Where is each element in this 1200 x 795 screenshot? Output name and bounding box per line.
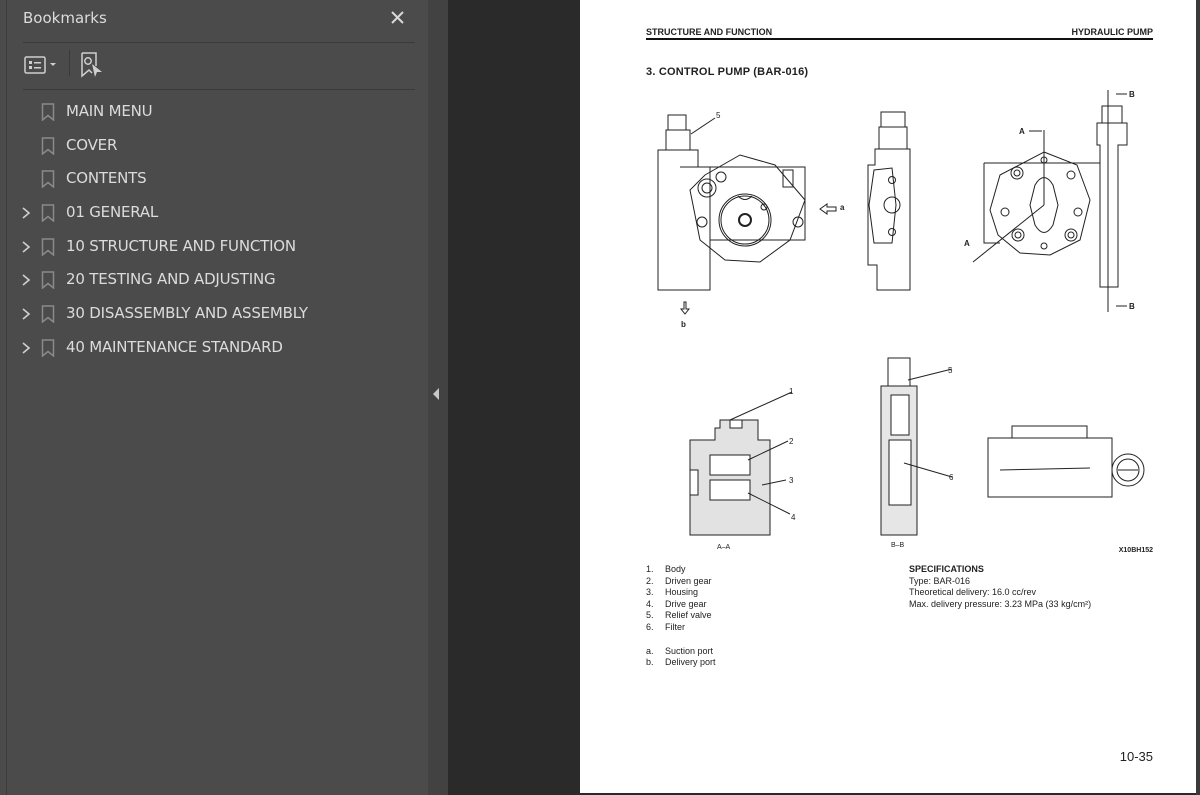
close-icon [391, 11, 404, 24]
bookmark-label: CONTENTS [66, 169, 147, 188]
pump-technical-drawing: 5 a b A A B B 1 2 3 4 5 6 A–A B–B [657, 90, 1145, 551]
spec-pressure: Max. delivery pressure: 3.23 MPa (33 kg/… [909, 598, 1092, 609]
bookmark-item-main-menu[interactable]: MAIN MENU [0, 95, 428, 129]
bookmark-label: 40 MAINTENANCE STANDARD [66, 337, 283, 356]
panel-title: Bookmarks [23, 9, 107, 27]
bookmark-icon [41, 271, 55, 290]
expand-chevron-icon[interactable] [20, 240, 32, 254]
part-item: 4. Drive gear [646, 598, 707, 609]
callout-a: a [840, 203, 845, 212]
callout-6: 6 [949, 473, 954, 482]
bookmark-icon [41, 103, 55, 121]
part-item: 6. Filter [646, 621, 685, 632]
toolbar-separator [69, 50, 70, 76]
bookmark-item-10-structure-and-function[interactable]: 10 STRUCTURE AND FUNCTION [0, 230, 428, 264]
rear-view [972, 90, 1128, 312]
bookmark-item-30-disassembly-and-assembly[interactable]: 30 DISASSEMBLY AND ASSEMBLY [0, 297, 428, 331]
specifications: SPECIFICATIONS Type: BAR-016 Theoretical… [909, 564, 1091, 610]
section-a-a-view [689, 391, 793, 536]
callout-B-bottom: B [1129, 302, 1135, 311]
bookmark-icon [41, 204, 55, 223]
port-item: b. Delivery port [646, 657, 716, 668]
bookmark-label: 20 TESTING AND ADJUSTING [66, 270, 276, 289]
callout-3: 3 [789, 476, 794, 485]
close-panel-button[interactable] [388, 8, 408, 28]
side-view [867, 111, 911, 291]
caret-down-icon [50, 63, 56, 66]
bookmark-label: MAIN MENU [66, 102, 153, 120]
front-view [657, 114, 837, 315]
bookmark-label: 10 STRUCTURE AND FUNCTION [66, 236, 296, 255]
bookmark-item-cover[interactable]: COVER [0, 129, 428, 163]
expand-chevron-icon[interactable] [20, 273, 32, 287]
page-shadow [1196, 0, 1200, 795]
bookmark-options-button[interactable] [24, 54, 60, 76]
part-item: 3. Housing [646, 587, 699, 598]
bookmark-icon [41, 305, 55, 324]
expand-chevron-icon[interactable] [20, 206, 32, 220]
bookmarks-panel: Bookmarks MAIN MENU COVER CONTENTS 01 GE… [0, 0, 428, 795]
callout-5b: 5 [948, 366, 953, 375]
caption-b-b: B–B [891, 542, 905, 549]
specifications-heading: SPECIFICATIONS [909, 564, 984, 574]
end-view [987, 425, 1145, 498]
page-number: 10-35 [1119, 749, 1153, 764]
callout-2: 2 [789, 437, 794, 446]
divider [23, 42, 415, 43]
callout-4: 4 [791, 513, 796, 522]
document-page: STRUCTURE AND FUNCTION HYDRAULIC PUMP 3.… [580, 0, 1200, 795]
expand-chevron-icon[interactable] [20, 307, 32, 321]
port-item: a. Suction port [646, 645, 714, 656]
bookmark-label: COVER [66, 135, 118, 154]
part-item: 1. Body [646, 564, 686, 574]
callout-A-bottom: A [964, 239, 970, 248]
expand-chevron-icon[interactable] [20, 341, 32, 355]
divider [23, 89, 415, 90]
callout-5: 5 [716, 111, 721, 120]
callout-B-top: B [1129, 90, 1135, 99]
caption-a-a: A–A [717, 544, 731, 551]
spec-delivery: Theoretical delivery: 16.0 cc/rev [909, 587, 1037, 598]
callout-A-top: A [1019, 127, 1025, 136]
bookmark-label: 30 DISASSEMBLY AND ASSEMBLY [66, 304, 308, 323]
bookmark-item-20-testing-and-adjusting[interactable]: 20 TESTING AND ADJUSTING [0, 263, 428, 297]
bookmark-icon [41, 339, 55, 357]
bookmark-icon [41, 136, 55, 155]
collapse-panel-arrow-icon[interactable] [433, 388, 439, 400]
parts-list: 1. Body 2. Driven gear 3. Housing 4. Drive g… [646, 564, 716, 669]
spec-type: Type: BAR-016 [909, 575, 971, 586]
section-b-b-view [880, 357, 953, 536]
part-item: 2. Driven gear [646, 575, 712, 586]
panel-splitter[interactable] [428, 0, 448, 795]
callout-1: 1 [789, 387, 794, 396]
callout-b: b [681, 320, 686, 329]
bookmark-list: MAIN MENU COVER CONTENTS 01 GENERAL 10 S… [0, 95, 428, 365]
find-current-bookmark-button[interactable] [80, 52, 104, 78]
list-options-icon [24, 56, 56, 74]
bookmark-item-40-maintenance-standard[interactable]: 40 MAINTENANCE STANDARD [0, 331, 428, 365]
bookmark-item-01-general[interactable]: 01 GENERAL [0, 196, 428, 230]
part-item: 5. Relief valve [646, 610, 712, 621]
find-current-bookmark-icon [81, 52, 102, 78]
bookmark-item-contents[interactable]: CONTENTS [0, 162, 428, 196]
figure-id: X10BH152 [1118, 547, 1153, 554]
bookmark-icon [41, 238, 55, 256]
bookmark-label: 01 GENERAL [66, 203, 159, 222]
bookmark-icon [41, 170, 55, 189]
